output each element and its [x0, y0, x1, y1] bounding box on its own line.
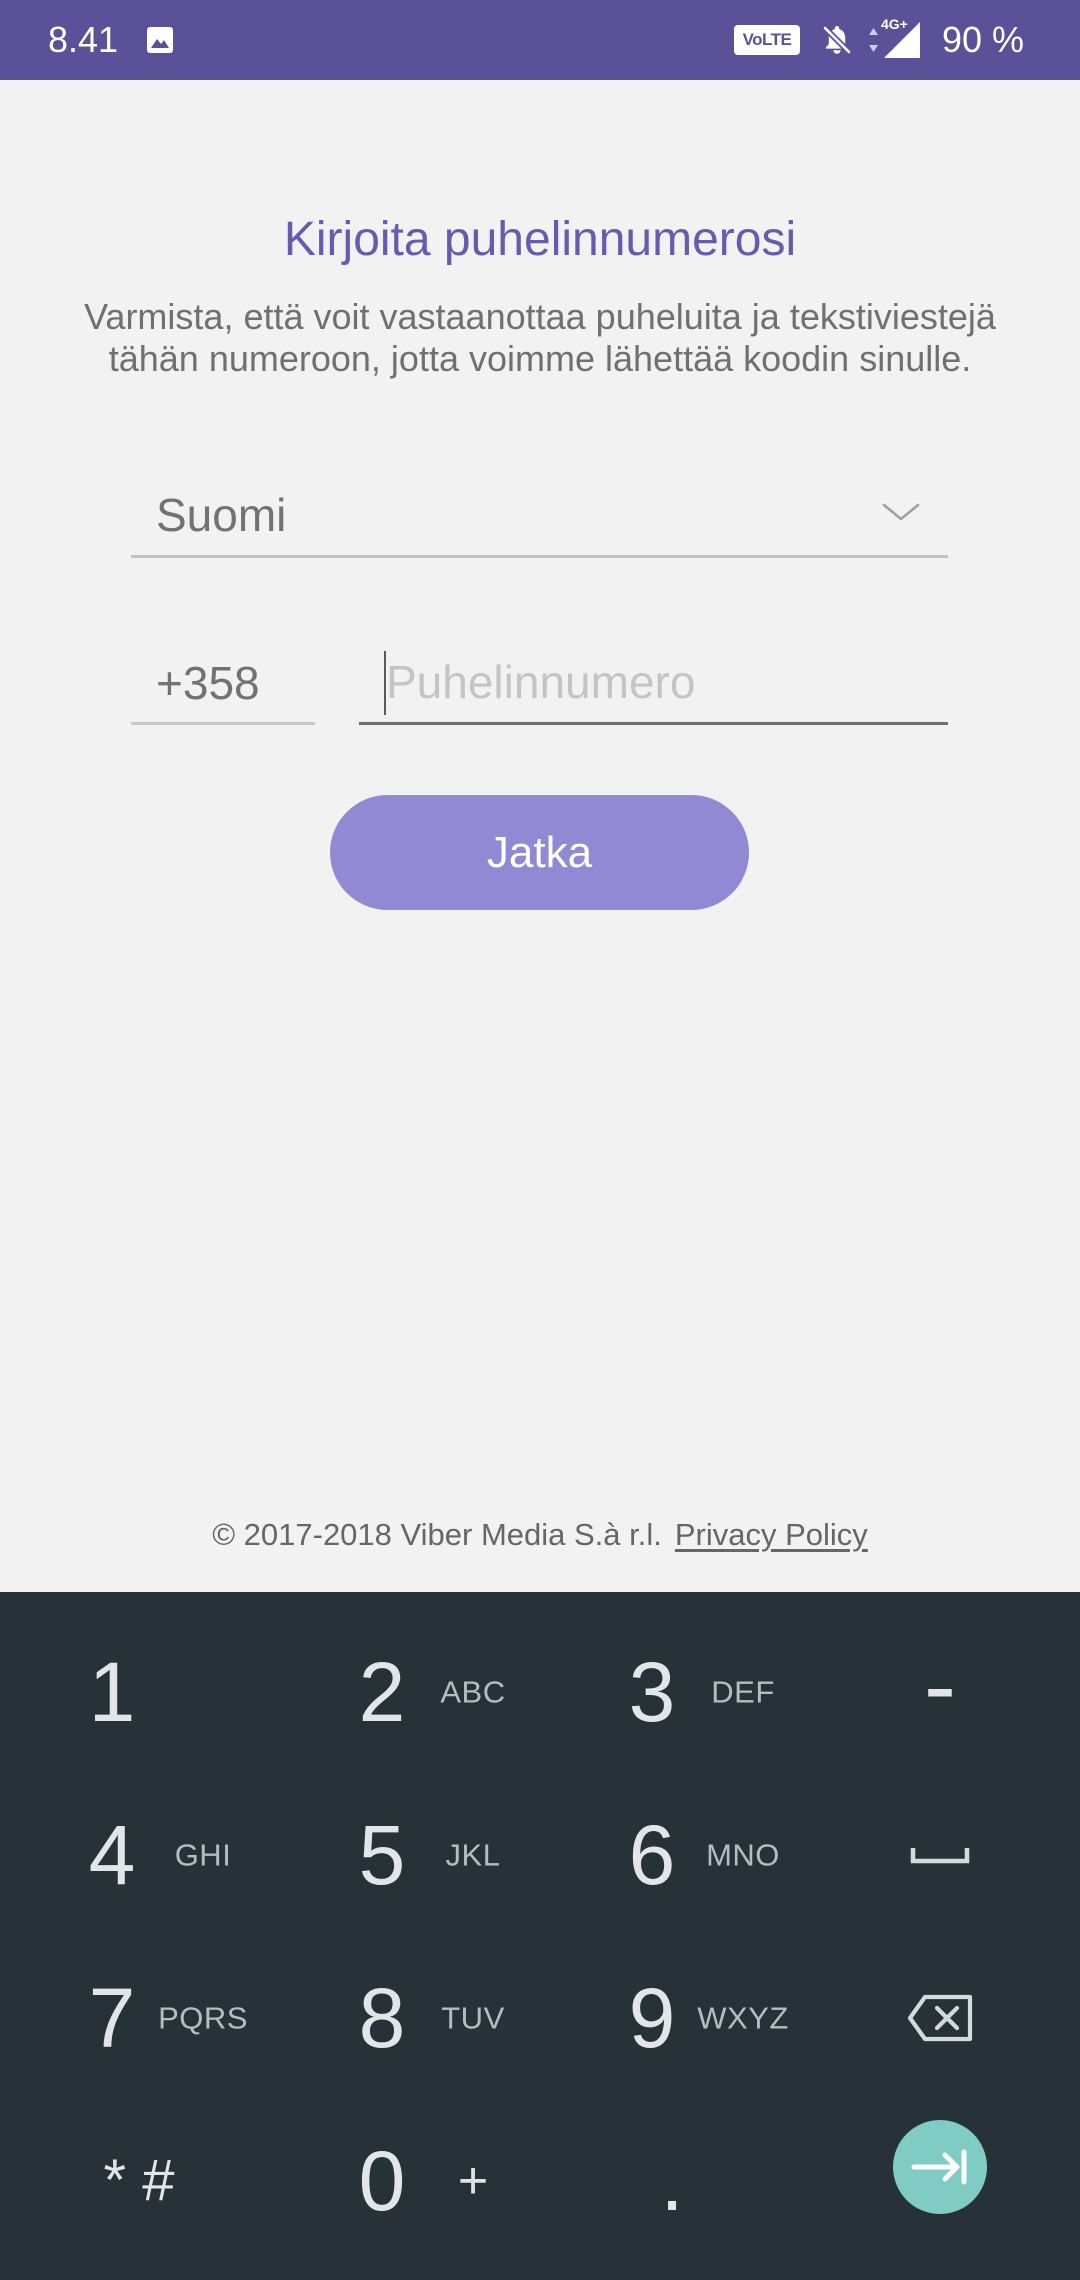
- image-icon: [147, 27, 173, 53]
- key-6[interactable]: 6 MNO: [540, 1773, 810, 1936]
- key-letters: TUV: [441, 2000, 505, 2035]
- key-symbol: .: [660, 2133, 684, 2228]
- keypad-grid: 1 2 ABC 3 DEF - 4 GHI 5 JKL 6 MNO 7 PQRS…: [0, 1610, 1080, 2262]
- continue-button[interactable]: Jatka: [330, 795, 749, 910]
- key-7[interactable]: 7 PQRS: [0, 1936, 270, 2099]
- key-digit: 1: [88, 1644, 136, 1739]
- page-title: Kirjoita puhelinnumerosi: [283, 213, 797, 266]
- battery-percentage: 90 %: [942, 19, 1025, 60]
- volte-badge: VoLTE: [734, 25, 800, 55]
- space-icon: [910, 1847, 970, 1863]
- key-letters: DEF: [711, 1674, 775, 1709]
- key-digit: 6: [628, 1807, 676, 1902]
- key-star-hash[interactable]: * #: [0, 2099, 270, 2262]
- footer: © 2017-2018 Viber Media S.à r.l. Privacy …: [0, 1513, 1080, 1557]
- key-digit: 9: [628, 1970, 676, 2065]
- key-5[interactable]: 5 JKL: [270, 1773, 540, 1936]
- country-dropdown[interactable]: Suomi: [131, 478, 948, 558]
- data-arrows-icon: [869, 28, 878, 52]
- key-1[interactable]: 1: [0, 1610, 270, 1773]
- key-9[interactable]: 9 WXYZ: [540, 1936, 810, 2099]
- key-next[interactable]: [810, 2099, 1080, 2262]
- numeric-keypad: 1 2 ABC 3 DEF - 4 GHI 5 JKL 6 MNO 7 PQRS…: [0, 1592, 1080, 2280]
- subtitle-line: tähän numeroon, jotta voimme lähettää ko…: [108, 338, 972, 379]
- key-symbol: * #: [103, 2147, 175, 2213]
- subtitle-line: Varmista, että voit vastaanottaa puhelui…: [84, 296, 996, 337]
- key-3[interactable]: 3 DEF: [540, 1610, 810, 1773]
- status-bar: 8.41 VoLTE 4G+ 90 %: [0, 0, 1080, 80]
- country-code: +358: [156, 657, 260, 709]
- backspace-icon: [907, 1994, 973, 2041]
- privacy-policy-link[interactable]: Privacy Policy: [675, 1517, 868, 1552]
- status-time: 8.41: [48, 19, 119, 60]
- next-icon: [911, 2149, 967, 2184]
- key-8[interactable]: 8 TUV: [270, 1936, 540, 2099]
- copyright-text: © 2017-2018 Viber Media S.à r.l.: [212, 1517, 662, 1552]
- key-symbol: -: [924, 1631, 956, 1739]
- key-letters: GHI: [174, 1837, 232, 1872]
- chevron-down-icon: [882, 503, 920, 521]
- country-code-field[interactable]: +358: [131, 642, 315, 725]
- key-digit: 7: [88, 1970, 136, 2065]
- key-4[interactable]: 4 GHI: [0, 1773, 270, 1936]
- page-subtitle: Varmista, että voit vastaanottaa puhelui…: [0, 296, 1080, 380]
- key-letters: WXYZ: [697, 2000, 789, 2035]
- key-digit: 3: [628, 1644, 676, 1739]
- key-digit: 5: [358, 1807, 406, 1902]
- country-name: Suomi: [156, 489, 287, 541]
- key-digit: 4: [88, 1807, 136, 1902]
- key-letters: PQRS: [158, 2000, 248, 2035]
- key-digit: 8: [358, 1970, 406, 2065]
- phone-number-field[interactable]: [359, 642, 948, 725]
- key-backspace[interactable]: [810, 1936, 1080, 2099]
- key-letters: MNO: [706, 1837, 780, 1872]
- key-space[interactable]: [810, 1773, 1080, 1936]
- key-letters: ABC: [440, 1674, 506, 1709]
- network-type: 4G+: [881, 16, 908, 32]
- bell-off-icon: [821, 24, 853, 56]
- next-key-circle[interactable]: [893, 2119, 987, 2214]
- key-0[interactable]: 0 +: [270, 2099, 540, 2262]
- key-period[interactable]: .: [540, 2099, 810, 2262]
- key-letters: JKL: [445, 1837, 501, 1872]
- key-minus[interactable]: -: [810, 1610, 1080, 1773]
- key-letters: +: [457, 2151, 489, 2210]
- text-cursor: [384, 651, 386, 715]
- key-digit: 2: [358, 1644, 406, 1739]
- phone-number-input[interactable]: [359, 642, 948, 722]
- key-2[interactable]: 2 ABC: [270, 1610, 540, 1773]
- key-digit: 0: [358, 2133, 406, 2228]
